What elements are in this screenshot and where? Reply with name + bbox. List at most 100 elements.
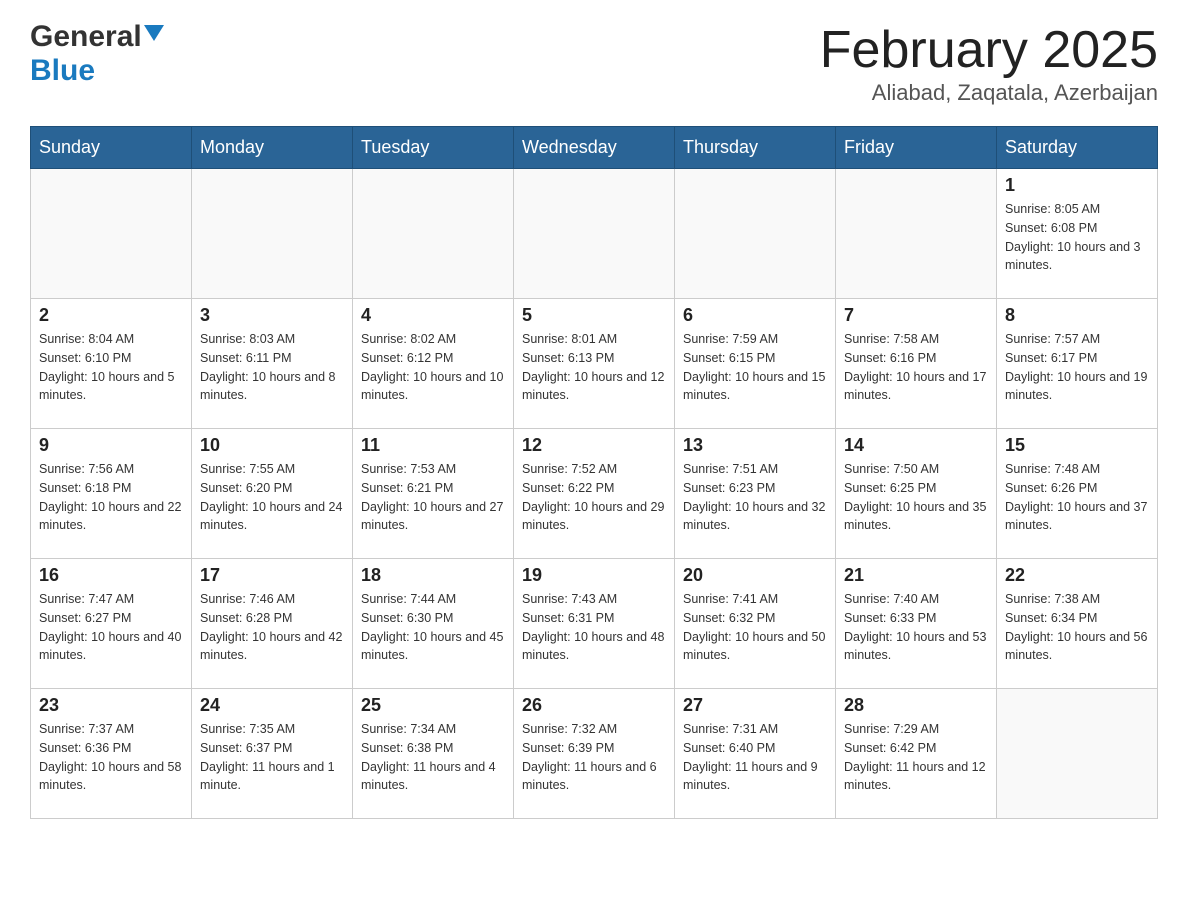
day-number: 3: [200, 305, 344, 326]
day-info: Sunrise: 7:41 AMSunset: 6:32 PMDaylight:…: [683, 590, 827, 665]
day-number: 8: [1005, 305, 1149, 326]
calendar-cell: 15 Sunrise: 7:48 AMSunset: 6:26 PMDayligh…: [997, 429, 1158, 559]
calendar-cell: [675, 169, 836, 299]
day-number: 26: [522, 695, 666, 716]
calendar-table: SundayMondayTuesdayWednesdayThursdayFrid…: [30, 126, 1158, 819]
day-info: Sunrise: 7:57 AMSunset: 6:17 PMDaylight:…: [1005, 330, 1149, 405]
logo-blue: Blue: [30, 54, 95, 88]
day-info: Sunrise: 8:01 AMSunset: 6:13 PMDaylight:…: [522, 330, 666, 405]
weekday-header-saturday: Saturday: [997, 127, 1158, 169]
day-number: 15: [1005, 435, 1149, 456]
logo-triangle-icon: [144, 25, 164, 41]
logo-general: General: [30, 20, 142, 54]
calendar-cell: 16 Sunrise: 7:47 AMSunset: 6:27 PMDayligh…: [31, 559, 192, 689]
day-number: 17: [200, 565, 344, 586]
day-info: Sunrise: 7:31 AMSunset: 6:40 PMDaylight:…: [683, 720, 827, 795]
calendar-header-row: SundayMondayTuesdayWednesdayThursdayFrid…: [31, 127, 1158, 169]
calendar-cell: 5 Sunrise: 8:01 AMSunset: 6:13 PMDaylight…: [514, 299, 675, 429]
calendar-cell: 18Sunrise: 7:44 AMSunset: 6:30 PMDayligh…: [353, 559, 514, 689]
calendar-cell: 2Sunrise: 8:04 AMSunset: 6:10 PMDaylight…: [31, 299, 192, 429]
day-number: 23: [39, 695, 183, 716]
day-number: 9: [39, 435, 183, 456]
calendar-cell: [836, 169, 997, 299]
calendar-cell: 1Sunrise: 8:05 AMSunset: 6:08 PMDaylight…: [997, 169, 1158, 299]
day-number: 2: [39, 305, 183, 326]
calendar-week-row: 1Sunrise: 8:05 AMSunset: 6:08 PMDaylight…: [31, 169, 1158, 299]
day-number: 14: [844, 435, 988, 456]
calendar-cell: 6Sunrise: 7:59 AMSunset: 6:15 PMDaylight…: [675, 299, 836, 429]
calendar-cell: [997, 689, 1158, 819]
day-info: Sunrise: 7:40 AMSunset: 6:33 PMDaylight:…: [844, 590, 988, 665]
calendar-cell: 7 Sunrise: 7:58 AMSunset: 6:16 PMDaylight…: [836, 299, 997, 429]
day-info: Sunrise: 7:48 AMSunset: 6:26 PMDaylight:…: [1005, 460, 1149, 535]
calendar-cell: 23 Sunrise: 7:37 AMSunset: 6:36 PMDayligh…: [31, 689, 192, 819]
calendar-cell: 27Sunrise: 7:31 AMSunset: 6:40 PMDayligh…: [675, 689, 836, 819]
weekday-header-sunday: Sunday: [31, 127, 192, 169]
calendar-week-row: 9 Sunrise: 7:56 AMSunset: 6:18 PMDaylight…: [31, 429, 1158, 559]
title-block: February 2025 Aliabad, Zaqatala, Azerbai…: [820, 20, 1158, 106]
day-info: Sunrise: 7:34 AMSunset: 6:38 PMDaylight:…: [361, 720, 505, 795]
day-number: 16: [39, 565, 183, 586]
page-header: General Blue February 2025 Aliabad, Zaqa…: [30, 20, 1158, 106]
calendar-cell: [192, 169, 353, 299]
calendar-cell: 21 Sunrise: 7:40 AMSunset: 6:33 PMDayligh…: [836, 559, 997, 689]
day-number: 13: [683, 435, 827, 456]
day-number: 19: [522, 565, 666, 586]
day-info: Sunrise: 8:02 AMSunset: 6:12 PMDaylight:…: [361, 330, 505, 405]
weekday-header-thursday: Thursday: [675, 127, 836, 169]
day-number: 5: [522, 305, 666, 326]
day-info: Sunrise: 7:35 AMSunset: 6:37 PMDaylight:…: [200, 720, 344, 795]
day-number: 25: [361, 695, 505, 716]
day-number: 4: [361, 305, 505, 326]
calendar-cell: [514, 169, 675, 299]
location: Aliabad, Zaqatala, Azerbaijan: [820, 80, 1158, 106]
calendar-cell: 22 Sunrise: 7:38 AMSunset: 6:34 PMDayligh…: [997, 559, 1158, 689]
calendar-cell: 9 Sunrise: 7:56 AMSunset: 6:18 PMDaylight…: [31, 429, 192, 559]
calendar-cell: 28 Sunrise: 7:29 AMSunset: 6:42 PMDayligh…: [836, 689, 997, 819]
calendar-cell: [31, 169, 192, 299]
day-number: 21: [844, 565, 988, 586]
calendar-week-row: 16 Sunrise: 7:47 AMSunset: 6:27 PMDayligh…: [31, 559, 1158, 689]
day-info: Sunrise: 8:03 AMSunset: 6:11 PMDaylight:…: [200, 330, 344, 405]
weekday-header-monday: Monday: [192, 127, 353, 169]
calendar-cell: 25 Sunrise: 7:34 AMSunset: 6:38 PMDayligh…: [353, 689, 514, 819]
calendar-cell: 20 Sunrise: 7:41 AMSunset: 6:32 PMDayligh…: [675, 559, 836, 689]
day-info: Sunrise: 7:37 AMSunset: 6:36 PMDaylight:…: [39, 720, 183, 795]
day-info: Sunrise: 7:32 AMSunset: 6:39 PMDaylight:…: [522, 720, 666, 795]
calendar-cell: 8 Sunrise: 7:57 AMSunset: 6:17 PMDaylight…: [997, 299, 1158, 429]
day-info: Sunrise: 7:56 AMSunset: 6:18 PMDaylight:…: [39, 460, 183, 535]
day-info: Sunrise: 7:50 AMSunset: 6:25 PMDaylight:…: [844, 460, 988, 535]
day-number: 7: [844, 305, 988, 326]
calendar-cell: 14 Sunrise: 7:50 AMSunset: 6:25 PMDayligh…: [836, 429, 997, 559]
calendar-cell: 3 Sunrise: 8:03 AMSunset: 6:11 PMDaylight…: [192, 299, 353, 429]
day-info: Sunrise: 7:52 AMSunset: 6:22 PMDaylight:…: [522, 460, 666, 535]
day-number: 24: [200, 695, 344, 716]
day-number: 18: [361, 565, 505, 586]
day-number: 1: [1005, 175, 1149, 196]
day-number: 6: [683, 305, 827, 326]
calendar-cell: 24 Sunrise: 7:35 AMSunset: 6:37 PMDayligh…: [192, 689, 353, 819]
day-info: Sunrise: 7:47 AMSunset: 6:27 PMDaylight:…: [39, 590, 183, 665]
day-number: 22: [1005, 565, 1149, 586]
day-info: Sunrise: 7:55 AMSunset: 6:20 PMDaylight:…: [200, 460, 344, 535]
weekday-header-friday: Friday: [836, 127, 997, 169]
calendar-cell: [353, 169, 514, 299]
day-info: Sunrise: 7:46 AMSunset: 6:28 PMDaylight:…: [200, 590, 344, 665]
day-info: Sunrise: 7:38 AMSunset: 6:34 PMDaylight:…: [1005, 590, 1149, 665]
calendar-cell: 13Sunrise: 7:51 AMSunset: 6:23 PMDayligh…: [675, 429, 836, 559]
day-info: Sunrise: 7:58 AMSunset: 6:16 PMDaylight:…: [844, 330, 988, 405]
day-number: 10: [200, 435, 344, 456]
calendar-cell: 17 Sunrise: 7:46 AMSunset: 6:28 PMDayligh…: [192, 559, 353, 689]
day-number: 12: [522, 435, 666, 456]
calendar-cell: 19 Sunrise: 7:43 AMSunset: 6:31 PMDayligh…: [514, 559, 675, 689]
day-number: 20: [683, 565, 827, 586]
day-number: 11: [361, 435, 505, 456]
day-info: Sunrise: 7:29 AMSunset: 6:42 PMDaylight:…: [844, 720, 988, 795]
day-number: 28: [844, 695, 988, 716]
calendar-cell: 26 Sunrise: 7:32 AMSunset: 6:39 PMDayligh…: [514, 689, 675, 819]
calendar-week-row: 2Sunrise: 8:04 AMSunset: 6:10 PMDaylight…: [31, 299, 1158, 429]
calendar-cell: 10 Sunrise: 7:55 AMSunset: 6:20 PMDayligh…: [192, 429, 353, 559]
day-info: Sunrise: 7:53 AMSunset: 6:21 PMDaylight:…: [361, 460, 505, 535]
calendar-cell: 4 Sunrise: 8:02 AMSunset: 6:12 PMDaylight…: [353, 299, 514, 429]
day-info: Sunrise: 7:43 AMSunset: 6:31 PMDaylight:…: [522, 590, 666, 665]
